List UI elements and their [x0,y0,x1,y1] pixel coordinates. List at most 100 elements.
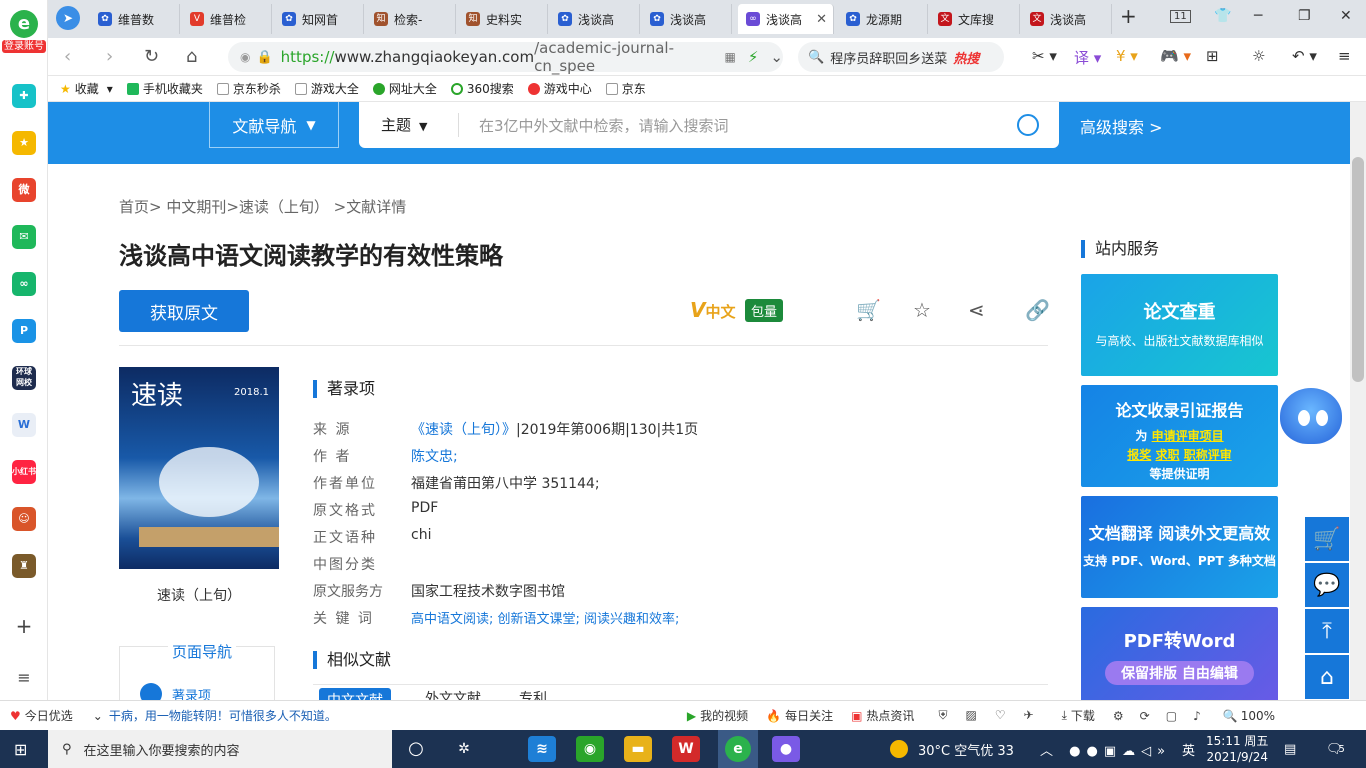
action-center-icon[interactable]: 🗨 5 [1326,730,1345,768]
feather-app-icon[interactable]: ≋ [528,736,556,762]
site-search-input[interactable]: 在3亿中外文献中检索，请输入搜索词 [479,115,729,136]
card-link[interactable]: 求职 [1155,448,1179,462]
cart-float-button[interactable]: 🛒 [1305,517,1349,561]
xiaohongshu-icon[interactable]: 小红书 [12,460,36,484]
tab[interactable]: ✿ 维普数 [90,4,180,34]
literature-nav-button[interactable]: 文献导航 ▼ [209,102,339,148]
ime-indicator[interactable]: 英 [1182,730,1195,768]
tab[interactable]: 文文库搜 [930,4,1020,34]
login-account-button[interactable]: e 登录账号 [2,10,46,56]
browser-taskbar-icon[interactable]: e [718,730,758,768]
forward-icon[interactable]: › [106,46,113,67]
zoom-level[interactable]: 🔍 100% [1223,709,1275,723]
link-icon[interactable]: 🔗 [1025,298,1050,322]
favorites-star-icon[interactable]: ★ [12,131,36,155]
citation-report-card[interactable]: 论文收录引证报告 为 申请评审项目 报奖 求职 职称评审 等提供证明 [1081,385,1278,487]
taskbar-search-input[interactable]: ⚲ 在这里输入你要搜索的内容 [48,730,392,768]
scissors-icon[interactable]: ✂ ▾ [1032,47,1057,65]
tab[interactable]: V 维普检 [182,4,272,34]
weather-widget[interactable]: 30°C 空气优 33 [890,730,1014,768]
weibo-icon[interactable]: 微 [12,178,36,202]
tab[interactable]: ✿ 知网首 [274,4,364,34]
home-float-button[interactable]: ⌂ [1305,655,1349,699]
pdf-to-word-card[interactable]: PDF转Word 保留排版 自由编辑 [1081,607,1278,700]
menu-list-icon[interactable]: ≡ [12,666,36,690]
bookmark-item[interactable]: 游戏大全 [294,80,359,97]
source-link[interactable]: 《速读（上旬）》 [411,419,516,439]
bookmark-item[interactable]: 网址大全 [372,80,437,97]
news-ticker[interactable]: ⌄ 干病，用一物能转阴！可惜很多人不知道。 [93,707,337,724]
task-view-icon[interactable]: ○ [402,736,430,762]
tab-active[interactable]: ∞ 浅谈高 ✕ [738,4,834,34]
tab-chinese-docs[interactable]: 中文文献 [319,688,391,700]
cart-icon[interactable]: 🛒 [856,298,881,322]
app-icon[interactable]: ∞ [12,272,36,296]
page-nav-item[interactable]: 著录项 [140,683,211,700]
topic-dropdown[interactable]: 主题 ▼ [359,113,459,137]
windows-start-icon[interactable]: ⊞ [14,740,27,759]
advanced-search-link[interactable]: 高级搜索 > [1080,114,1163,138]
minimize-icon[interactable]: ─ [1254,8,1262,24]
today-picks[interactable]: ♥ 今日优选 [10,707,73,724]
system-tray-icons[interactable]: ︿ ●●▣☁◁» [1040,730,1171,768]
my-video[interactable]: ▶ 我的视频 [687,707,748,724]
site-info-icon[interactable]: ◉ [240,50,250,64]
notification-area-icon[interactable]: ▤ [1284,730,1296,768]
hot-news[interactable]: ▣ 热点资讯 [851,707,914,724]
tab[interactable]: 知史料实 [458,4,548,34]
skin-shirt-icon[interactable]: 👕 [1214,8,1231,24]
back-icon[interactable]: ‹ [64,46,71,67]
qr-icon[interactable]: ▦ [725,50,736,64]
search-icon[interactable] [1017,114,1039,136]
card-link[interactable]: 申请评审项目 [1152,429,1224,443]
get-fulltext-button[interactable]: 获取原文 [119,290,249,332]
tab-foreign-docs[interactable]: 外文文献 [425,688,481,700]
add-icon[interactable]: + [12,614,36,638]
back-to-top-button[interactable]: ⤒ [1305,609,1349,653]
tab[interactable]: ✿ 浅谈高 [550,4,640,34]
coupon-icon[interactable]: ¥ ▾ [1116,47,1138,65]
speed-mode-icon[interactable]: ⚡ [748,48,759,66]
bookmark-item[interactable]: 手机收藏夹 [126,80,203,97]
breadcrumb[interactable]: 首页> 中文期刊>速读（上旬） >文献详情 [119,196,406,217]
translate-icon[interactable]: 译 ▾ [1074,47,1101,68]
tab[interactable]: 文浅谈高 [1022,4,1112,34]
close-tab-icon[interactable]: ✕ [816,12,827,27]
close-window-icon[interactable]: ✕ [1340,8,1352,24]
tab[interactable]: ✿ 龙源期 [838,4,928,34]
app-icon[interactable]: ✚ [12,84,36,108]
wechat-icon[interactable]: ◉ [576,736,604,762]
bookmark-item[interactable]: 游戏中心 [527,80,592,97]
game-icon[interactable]: ♜ [12,554,36,578]
tab[interactable]: 知检索- [366,4,456,34]
tab[interactable]: ✿ 浅谈高 [642,4,732,34]
p-app-icon[interactable]: P [12,319,36,343]
droplet-app-icon[interactable]: ● [772,736,800,762]
card-link[interactable]: 报奖 [1127,448,1151,462]
favorite-star-icon[interactable]: ☆ [913,298,931,322]
wps-icon[interactable]: W [672,736,700,762]
scrollbar-thumb[interactable] [1352,157,1364,382]
share-icon[interactable]: ⋖ [968,298,985,322]
clock[interactable]: 15:11 周五 2021/9/24 [1206,730,1268,768]
message-float-button[interactable]: 💬 [1305,563,1349,607]
brightness-icon[interactable]: ☼ [1252,47,1265,65]
page-scrollbar[interactable] [1350,102,1366,700]
file-explorer-icon[interactable]: ▬ [624,736,652,762]
translation-card[interactable]: 文档翻译 阅读外文更高效 支持 PDF、Word、PPT 多种文档 [1081,496,1278,598]
customer-service-robot-icon[interactable] [1276,384,1346,464]
url-input[interactable]: ◉ 🔒 https:// www.zhangqiaokeyan.com /aca… [228,39,783,75]
plagiarism-check-card[interactable]: 论文查重 与高校、出版社文献数据库相似 [1081,274,1278,376]
bookmark-item[interactable]: 360搜索 [450,80,514,97]
huanqiu-icon[interactable]: 环球 网校 [12,366,36,390]
chevron-down-icon[interactable]: ⌄ [770,48,783,66]
bookmark-item[interactable]: 京东 [605,80,646,97]
status-tool-icons[interactable]: ⛨▨♡✈ [938,708,1051,723]
restore-icon[interactable]: ❐ [1298,8,1311,24]
browser-search-input[interactable]: 🔍 程序员辞职回乡送菜 热搜 [798,42,1004,72]
daily-focus[interactable]: 🔥 每日关注 [766,707,833,724]
game-controller-icon[interactable]: 🎮 ▾ [1160,47,1191,65]
mail-icon[interactable]: ✉ [12,225,36,249]
home-icon[interactable]: ⌂ [186,46,197,67]
status-tool-icons[interactable]: ⚙⟳▢♪ [1113,709,1217,723]
